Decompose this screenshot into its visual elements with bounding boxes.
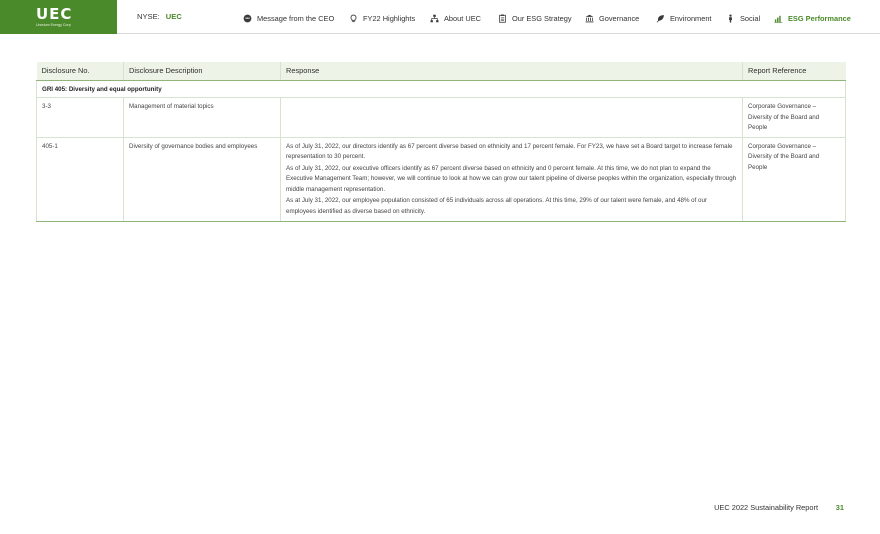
group-title: GRI 405: Diversity and equal opportunity bbox=[36, 80, 846, 98]
response-paragraph: As of July 31, 2022, our directors ident… bbox=[286, 142, 733, 161]
nav-esg-performance[interactable]: ESG Performance bbox=[774, 12, 851, 24]
table-group-row: GRI 405: Diversity and equal opportunity bbox=[36, 80, 846, 98]
nav-label: About UEC bbox=[444, 13, 481, 23]
report-reference-link[interactable]: Corporate Governance – Diversity of the … bbox=[742, 137, 846, 222]
response-cell bbox=[280, 97, 743, 138]
nav-label: FY22 Highlights bbox=[363, 13, 416, 23]
message-icon bbox=[243, 14, 252, 22]
top-header: UEC Uranium Energy Corp NYSE: UEC Message… bbox=[0, 0, 880, 34]
leaf-icon bbox=[656, 14, 664, 23]
report-title: UEC 2022 Sustainability Report bbox=[714, 503, 818, 512]
bank-icon bbox=[585, 14, 594, 22]
org-chart-icon bbox=[430, 14, 439, 22]
table-header-row: Disclosure No. Disclosure Description Re… bbox=[36, 62, 846, 81]
table-row: 3-3 Management of material topics Corpor… bbox=[36, 97, 846, 138]
disclosure-number: 3-3 bbox=[36, 97, 124, 138]
nav-our-esg-strategy[interactable]: Our ESG Strategy bbox=[498, 12, 572, 24]
nav-governance[interactable]: Governance bbox=[585, 12, 639, 24]
clipboard-icon bbox=[499, 14, 506, 23]
disclosure-number: 405-1 bbox=[36, 137, 124, 222]
page-number: 31 bbox=[835, 503, 844, 512]
response-paragraph: As at July 31, 2022, our employee popula… bbox=[286, 197, 707, 215]
column-header-disclosure-no: Disclosure No. bbox=[36, 62, 124, 81]
report-reference-link[interactable]: Corporate Governance – Diversity of the … bbox=[742, 97, 846, 138]
nav-social[interactable]: Social bbox=[726, 12, 760, 24]
column-header-disclosure-description: Disclosure Description bbox=[123, 62, 281, 81]
ticker-symbol[interactable]: UEC bbox=[166, 12, 182, 21]
lightbulb-icon bbox=[350, 14, 357, 22]
nav-label: Social bbox=[740, 13, 761, 23]
logo-text: UEC bbox=[36, 4, 73, 23]
nav-about-uec[interactable]: About UEC bbox=[430, 12, 481, 24]
logo-subtext: Uranium Energy Corp bbox=[36, 22, 71, 27]
nav-environment[interactable]: Environment bbox=[656, 12, 712, 24]
disclosure-description: Management of material topics bbox=[123, 97, 281, 138]
response-paragraph: As of July 31, 2022, our executive offic… bbox=[286, 164, 737, 193]
nav-label: Message from the CEO bbox=[257, 13, 335, 23]
response-cell: As of July 31, 2022, our directors ident… bbox=[280, 137, 743, 222]
column-header-response: Response bbox=[280, 62, 743, 81]
column-header-report-reference: Report Reference bbox=[742, 62, 846, 81]
uec-logo[interactable]: UEC Uranium Energy Corp bbox=[0, 0, 117, 34]
person-icon bbox=[729, 13, 732, 22]
nav-label: Environment bbox=[670, 13, 712, 23]
page-footer: UEC 2022 Sustainability Report 31 bbox=[0, 503, 880, 515]
stock-ticker: NYSE: UEC bbox=[137, 12, 182, 21]
bar-chart-icon bbox=[774, 15, 783, 23]
nav-label: ESG Performance bbox=[788, 13, 851, 23]
nav-fy22-highlights[interactable]: FY22 Highlights bbox=[349, 12, 415, 24]
gri-disclosure-table: Disclosure No. Disclosure Description Re… bbox=[36, 62, 846, 222]
disclosure-description: Diversity of governance bodies and emplo… bbox=[123, 137, 281, 222]
nav-label: Governance bbox=[599, 13, 640, 23]
table-row: 405-1 Diversity of governance bodies and… bbox=[36, 137, 846, 222]
ticker-label: NYSE: bbox=[137, 12, 160, 21]
nav-message-from-ceo[interactable]: Message from the CEO bbox=[243, 12, 334, 24]
nav-label: Our ESG Strategy bbox=[512, 13, 572, 23]
